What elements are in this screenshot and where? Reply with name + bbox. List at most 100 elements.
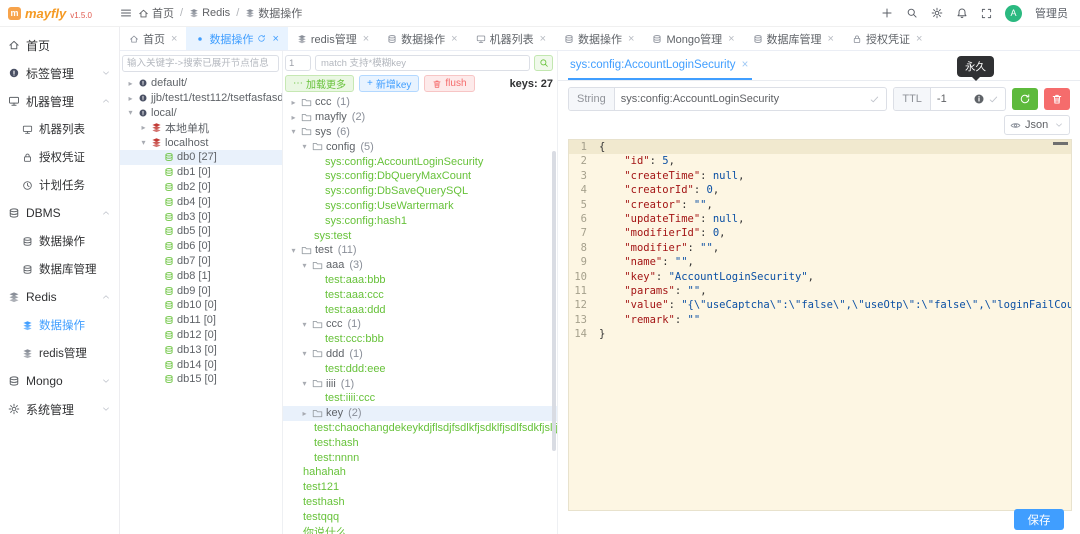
key-match-input[interactable] (315, 55, 530, 71)
breadcrumb-redis[interactable]: Redis (189, 7, 230, 19)
close-icon[interactable]: × (916, 33, 922, 45)
avatar[interactable]: A (1005, 5, 1022, 22)
tab-redis管理[interactable]: redis管理× (288, 27, 378, 50)
sidebar-item-数据库管理[interactable]: 数据库管理 (0, 255, 119, 283)
value-code-editor[interactable]: 1{2 "id": 5,3 "createTime": null,4 "crea… (568, 139, 1072, 511)
editor-line[interactable]: 10 "key": "AccountLoginSecurity", (569, 270, 1071, 284)
editor-line[interactable]: 14} (569, 327, 1071, 341)
caret-down-icon[interactable]: ▾ (300, 349, 309, 358)
editor-line[interactable]: 8 "modifier": "", (569, 241, 1071, 255)
tab-机器列表[interactable]: 机器列表× (467, 27, 555, 50)
key-item-sys:config:UseWartermark[interactable]: sys:config:UseWartermark (283, 199, 557, 214)
tree-node-localhost[interactable]: ▾localhost (120, 135, 282, 150)
sidebar-item-标签管理[interactable]: 标签管理 (0, 59, 119, 87)
caret-right-icon[interactable]: ▸ (139, 123, 148, 132)
caret-down-icon[interactable]: ▾ (139, 138, 148, 147)
key-item-test:hash[interactable]: test:hash (283, 435, 557, 450)
tree-node-aaa[interactable]: ▾aaa(3) (283, 258, 557, 273)
caret-down-icon[interactable]: ▾ (289, 127, 298, 136)
editor-line[interactable]: 4 "creatorId": 0, (569, 183, 1071, 197)
tab-数据操作[interactable]: 数据操作× (555, 27, 643, 50)
key-item-test:chaochangdekeykdjfl[interactable]: test:chaochangdekeykdjflsdjfsdlkfjsdklfj… (283, 421, 557, 436)
refresh-key-button[interactable] (1012, 88, 1038, 110)
key-item-testqqq[interactable]: testqqq (283, 509, 557, 524)
tree-node-db15 [0][interactable]: db15 [0] (120, 372, 282, 387)
tree-node-db2 [0][interactable]: db2 [0] (120, 180, 282, 195)
tree-node-db12 [0][interactable]: db12 [0] (120, 328, 282, 343)
key-tab[interactable]: sys:config:AccountLoginSecurity × (568, 59, 752, 80)
close-icon[interactable]: × (272, 33, 278, 45)
confirm-check-icon[interactable] (988, 94, 999, 105)
tree-node-local/[interactable]: ▾local/ (120, 106, 282, 121)
close-icon[interactable]: × (451, 33, 457, 45)
sidebar-item-计划任务[interactable]: 计划任务 (0, 171, 119, 199)
tree-node-db14 [0][interactable]: db14 [0] (120, 357, 282, 372)
tree-node-db3 [0][interactable]: db3 [0] (120, 209, 282, 224)
editor-line[interactable]: 11 "params": "", (569, 284, 1071, 298)
tree-node-db10 [0][interactable]: db10 [0] (120, 298, 282, 313)
confirm-check-icon[interactable] (869, 94, 880, 105)
key-item-test:aaa:ccc[interactable]: test:aaa:ccc (283, 287, 557, 302)
server-search-input[interactable] (122, 55, 279, 72)
editor-line[interactable]: 9 "name": "", (569, 255, 1071, 269)
caret-down-icon[interactable]: ▾ (300, 142, 309, 151)
tree-node-db9 [0][interactable]: db9 [0] (120, 283, 282, 298)
sidebar-item-授权凭证[interactable]: 授权凭证 (0, 143, 119, 171)
key-item-test:aaa:ddd[interactable]: test:aaa:ddd (283, 302, 557, 317)
tree-node-iiii[interactable]: ▾iiii(1) (283, 376, 557, 391)
tree-node-ccc[interactable]: ▸ccc(1) (283, 95, 557, 110)
tab-数据库管理[interactable]: 数据库管理× (744, 27, 843, 50)
refresh-icon[interactable] (257, 34, 266, 43)
key-item-sys:config:hash1[interactable]: sys:config:hash1 (283, 213, 557, 228)
caret-right-icon[interactable]: ▸ (300, 409, 309, 418)
view-format-select[interactable]: Json (1004, 115, 1070, 135)
editor-line[interactable]: 3 "createTime": null, (569, 169, 1071, 183)
close-icon[interactable]: × (171, 33, 177, 45)
editor-line[interactable]: 7 "modifierId": 0, (569, 226, 1071, 240)
tree-node-本地单机[interactable]: ▸本地单机 (120, 120, 282, 135)
sidebar-item-数据操作[interactable]: 数据操作 (0, 311, 119, 339)
load-more-button[interactable]: ⋯加载更多 (285, 75, 354, 92)
editor-line[interactable]: 6 "updateTime": null, (569, 212, 1071, 226)
menu-toggle-icon[interactable] (120, 7, 132, 19)
key-item-test:iiii:ccc[interactable]: test:iiii:ccc (283, 391, 557, 406)
editor-scroll-marker[interactable] (1053, 142, 1068, 145)
sidebar-item-Redis[interactable]: Redis (0, 283, 119, 311)
tab-首页[interactable]: 首页× (120, 27, 186, 50)
tree-node-db11 [0][interactable]: db11 [0] (120, 313, 282, 328)
key-item-sys:config:DbQueryMaxCou[interactable]: sys:config:DbQueryMaxCount (283, 169, 557, 184)
editor-line[interactable]: 12 "value": "{\"useCaptcha\":\"false\",\… (569, 298, 1071, 312)
tree-node-sys[interactable]: ▾sys(6) (283, 125, 557, 140)
sidebar-item-数据操作[interactable]: 数据操作 (0, 227, 119, 255)
breadcrumb-home[interactable]: 首页 (138, 5, 174, 21)
close-icon[interactable]: × (540, 33, 546, 45)
tree-node-config[interactable]: ▾config(5) (283, 139, 557, 154)
sidebar-item-机器管理[interactable]: 机器管理 (0, 87, 119, 115)
key-type-select[interactable]: String (569, 88, 615, 110)
tree-node-db7 [0][interactable]: db7 [0] (120, 254, 282, 269)
tab-Mongo管理[interactable]: Mongo管理× (643, 27, 743, 50)
close-icon[interactable]: × (628, 33, 634, 45)
key-item-sys:config:DbSaveQuerySQ[interactable]: sys:config:DbSaveQuerySQL (283, 184, 557, 199)
flush-button[interactable]: flush (424, 75, 474, 92)
editor-line[interactable]: 1{ (569, 140, 1071, 154)
close-icon[interactable]: × (728, 33, 734, 45)
key-item-你说什么[interactable]: 你说什么 (283, 524, 557, 534)
sidebar-item-DBMS[interactable]: DBMS (0, 199, 119, 227)
editor-line[interactable]: 13 "remark": "" (569, 313, 1071, 327)
close-icon[interactable]: × (828, 33, 834, 45)
tree-node-test[interactable]: ▾test(11) (283, 243, 557, 258)
tree-node-db6 [0][interactable]: db6 [0] (120, 239, 282, 254)
key-item-hahahah[interactable]: hahahah (283, 465, 557, 480)
sidebar-item-Mongo[interactable]: Mongo (0, 367, 119, 395)
info-icon[interactable] (973, 93, 985, 105)
add-icon[interactable] (881, 7, 893, 19)
sidebar-item-redis管理[interactable]: redis管理 (0, 339, 119, 367)
username[interactable]: 管理员 (1035, 5, 1068, 21)
add-key-button[interactable]: +新增key (359, 75, 419, 92)
close-icon[interactable]: × (742, 59, 749, 71)
breadcrumb-data-ops[interactable]: 数据操作 (245, 5, 302, 21)
sidebar-item-系统管理[interactable]: 系统管理 (0, 395, 119, 423)
caret-right-icon[interactable]: ▸ (289, 113, 298, 122)
caret-right-icon[interactable]: ▸ (289, 98, 298, 107)
